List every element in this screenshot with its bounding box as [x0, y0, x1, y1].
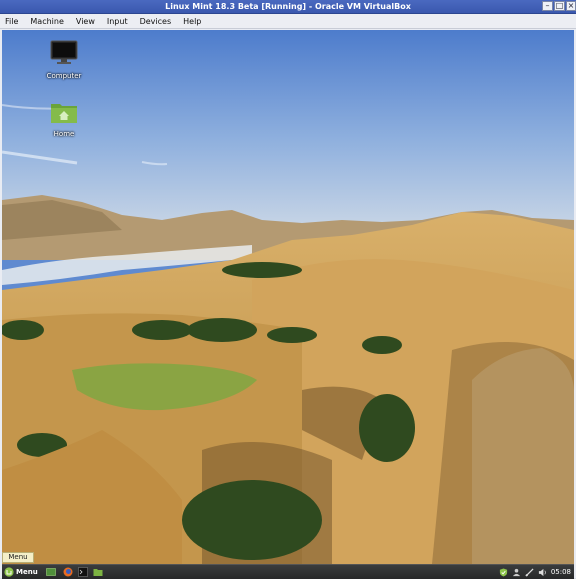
desktop-icon-label: Home	[53, 130, 75, 138]
menu-machine[interactable]: Machine	[30, 17, 64, 26]
shield-icon[interactable]	[499, 567, 508, 577]
taskbar: Menu 05:08	[2, 564, 574, 579]
network-icon[interactable]	[525, 567, 534, 577]
close-button[interactable]: ×	[566, 1, 576, 11]
window-title: Linux Mint 18.3 Beta [Running] - Oracle …	[165, 2, 411, 11]
start-menu-label: Menu	[16, 568, 38, 576]
desktop-icon-home[interactable]: Home	[39, 100, 89, 138]
start-menu-button[interactable]: Menu	[4, 566, 38, 578]
user-icon[interactable]	[512, 568, 521, 577]
menu-input[interactable]: Input	[107, 17, 128, 26]
desktop-icon-computer[interactable]: Computer	[39, 40, 89, 80]
menu-view[interactable]: View	[76, 17, 95, 26]
volume-icon[interactable]	[538, 568, 547, 577]
terminal-icon[interactable]	[78, 567, 88, 577]
system-tray: 05:08	[499, 566, 571, 578]
minimize-button[interactable]: –	[542, 1, 553, 11]
files-icon[interactable]	[93, 567, 103, 577]
clock[interactable]: 05:08	[551, 568, 571, 576]
restore-button[interactable]: □	[554, 1, 565, 11]
menu-devices[interactable]: Devices	[140, 17, 172, 26]
menu-bar: File Machine View Input Devices Help	[0, 14, 576, 29]
home-folder-icon	[51, 104, 77, 123]
vm-screen[interactable]: Computer Home	[2, 30, 574, 564]
menu-file[interactable]: File	[5, 17, 18, 26]
title-bar[interactable]: Linux Mint 18.3 Beta [Running] - Oracle …	[0, 0, 576, 14]
show-desktop-icon[interactable]	[46, 567, 56, 577]
desktop-icon-label: Computer	[46, 72, 82, 80]
mint-logo-icon	[4, 567, 14, 577]
menu-help[interactable]: Help	[183, 17, 201, 26]
monitor-icon	[50, 40, 78, 64]
menu-tooltip: Menu	[2, 552, 34, 563]
virtualbox-window: Linux Mint 18.3 Beta [Running] - Oracle …	[0, 0, 576, 579]
firefox-icon[interactable]	[63, 567, 73, 577]
